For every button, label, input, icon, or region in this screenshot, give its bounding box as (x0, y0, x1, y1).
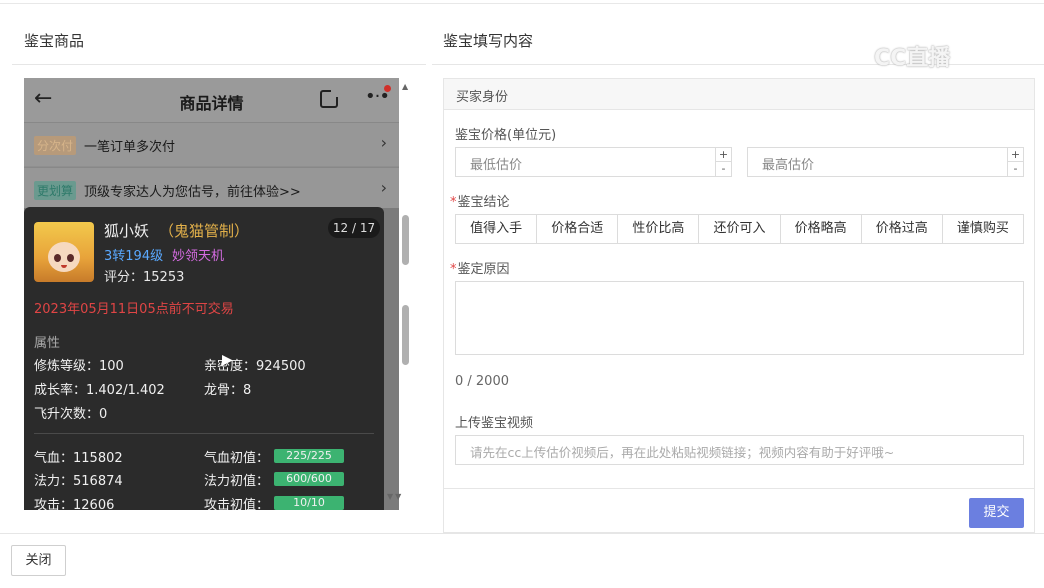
mouse-cursor-icon: ▶ (222, 352, 233, 368)
reason-label-text: 鉴定原因 (457, 262, 510, 277)
stat-hp: 气血：115802 (34, 451, 123, 466)
min-price-stepper[interactable]: + - (715, 148, 731, 176)
conclusion-option[interactable]: 谨慎购买 (943, 215, 1023, 243)
attr-ascension: 飞升次数：0 (34, 407, 108, 422)
left-section-title: 鉴宝商品 (24, 32, 85, 50)
chevron-right-icon: › (380, 133, 387, 152)
pet-skill: 妙领天机 (172, 249, 225, 264)
stat-attack-init-bar: 10/10 (274, 496, 344, 510)
conclusion-option[interactable]: 值得入手 (456, 215, 538, 243)
stat-mp-init-label: 法力初值： (204, 474, 270, 489)
required-mark: * (450, 195, 457, 210)
pet-score: 评分：15253 (104, 270, 185, 285)
buyer-identity-label: 买家身份 (456, 90, 509, 105)
conclusion-label-text: 鉴宝结论 (457, 195, 510, 210)
conclusion-option[interactable]: 还价可入 (699, 215, 781, 243)
installment-row[interactable]: 分次付 一笔订单多次付 › (24, 122, 399, 166)
footer-divider (0, 533, 1044, 534)
stat-mp-init-bar: 600/600 (274, 472, 344, 486)
reason-textarea[interactable] (455, 281, 1024, 355)
pet-avatar (34, 222, 94, 282)
right-divider (432, 64, 1044, 65)
installment-tag: 分次付 (34, 136, 77, 155)
top-divider (0, 3, 1044, 4)
close-button[interactable]: 关闭 (11, 545, 66, 576)
conclusion-option[interactable]: 性价比高 (618, 215, 700, 243)
increment-icon[interactable]: + (1008, 148, 1023, 162)
promo-tag: 更划算 (34, 181, 77, 200)
scroll-up-icon[interactable]: ▲ (402, 82, 408, 91)
stat-hp-init-bar: 225/225 (274, 449, 344, 463)
notification-dot (384, 85, 391, 92)
video-link-placeholder: 请先在cc上传估价视频后，再在此处粘贴视频链接；视频内容有助于好评哦~ (470, 445, 895, 460)
max-price-stepper[interactable]: + - (1007, 148, 1023, 176)
max-price-input[interactable]: 最高估价 + - (747, 147, 1024, 177)
right-section-title: 鉴宝填写内容 (443, 32, 534, 50)
scroll-down-icon[interactable]: ▼▼ (387, 492, 403, 501)
image-pager: 12 / 17 (328, 218, 380, 238)
submit-button[interactable]: 提交 (969, 498, 1024, 528)
price-label: 鉴宝价格(单位元) (455, 128, 557, 143)
min-price-input[interactable]: 最低估价 + - (455, 147, 732, 177)
installment-text: 一笔订单多次付 (84, 140, 176, 155)
attr-dragon-bone: 龙骨：8 (204, 383, 252, 398)
increment-icon[interactable]: + (716, 148, 731, 162)
required-mark: * (450, 262, 457, 277)
phone-header: ← 商品详情 •·• (24, 78, 399, 122)
chevron-right-icon: › (380, 178, 387, 197)
max-price-placeholder: 最高估价 (762, 158, 815, 173)
video-link-input[interactable]: 请先在cc上传估价视频后，再在此处粘贴视频链接；视频内容有助于好评哦~ (455, 435, 1024, 465)
share-icon[interactable] (320, 89, 339, 108)
conclusion-label: *鉴宝结论 (450, 191, 510, 210)
stat-attack-init-label: 攻击初值： (204, 498, 270, 510)
attribute-heading: 属性 (34, 336, 61, 351)
promo-text: 顶级专家达人为您估号，前往体验>> (84, 185, 301, 200)
conclusion-option[interactable]: 价格略高 (781, 215, 862, 243)
pet-guild: （鬼猫管制） (159, 222, 250, 240)
form-footer-divider (444, 488, 1034, 489)
preview-scrollbar[interactable]: ▲ ▼▼ (387, 78, 413, 510)
card-separator (34, 433, 374, 434)
scroll-thumb-inner[interactable] (402, 305, 409, 365)
stat-mp: 法力：516874 (34, 474, 123, 489)
conclusion-option[interactable]: 价格合适 (537, 215, 619, 243)
conclusion-options: 值得入手 价格合适 性价比高 还价可入 价格略高 价格过高 谨慎购买 (455, 214, 1024, 244)
char-counter: 0 / 2000 (455, 374, 509, 389)
pet-info-card: 狐小妖 （鬼猫管制） 3转194级 妙领天机 评分：15253 12 / 17 … (24, 207, 384, 510)
buyer-identity-header: 买家身份 (444, 79, 1034, 110)
decrement-icon[interactable]: - (1008, 162, 1023, 176)
conclusion-option[interactable]: 价格过高 (862, 215, 943, 243)
video-label: 上传鉴宝视频 (455, 416, 534, 431)
pet-name: 狐小妖 (104, 222, 150, 240)
scroll-thumb[interactable] (402, 215, 409, 265)
stat-hp-init-label: 气血初值： (204, 451, 270, 466)
watermark-logo: CC直播 (874, 46, 951, 71)
stat-attack: 攻击：12606 (34, 498, 115, 510)
min-price-placeholder: 最低估价 (470, 158, 523, 173)
reason-label: *鉴定原因 (450, 258, 510, 277)
pet-level: 3转194级 (104, 249, 164, 264)
attr-intimacy: 亲密度：924500 (204, 359, 306, 374)
left-divider (12, 64, 426, 65)
attr-cultivation: 修炼等级：100 (34, 359, 124, 374)
appraisal-promo-row[interactable]: 更划算 顶级专家达人为您估号，前往体验>> › (24, 167, 399, 211)
phone-title: 商品详情 (179, 94, 244, 113)
decrement-icon[interactable]: - (716, 162, 731, 176)
attr-growth: 成长率：1.402/1.402 (34, 383, 165, 398)
trade-warning: 2023年05月11日05点前不可交易 (34, 302, 234, 317)
